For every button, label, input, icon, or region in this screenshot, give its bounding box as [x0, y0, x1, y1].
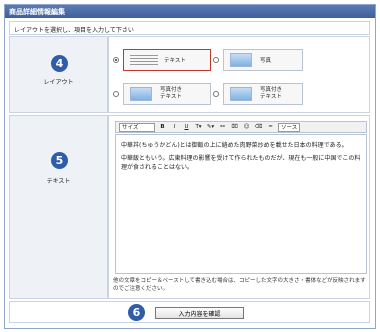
- source-label: ソース: [281, 125, 298, 131]
- step-5-badge: 5: [51, 152, 68, 169]
- layout-option-text[interactable]: テキスト: [113, 49, 211, 71]
- editor-paragraph: 中華丼(ちゅうかどん)とは御飯の上に絡めた肉野菜炒めを載せた日本の料理である。: [121, 142, 348, 149]
- text-lines-icon: [130, 53, 158, 67]
- link-icon[interactable]: ⚯: [218, 123, 227, 132]
- layout-options: テキスト 写真 写真付き テキスト 写真付き テキスト: [108, 36, 370, 113]
- highlight-icon[interactable]: ✎▾: [206, 123, 215, 132]
- editor-paragraph: 中華飯ともいう。広東料理の影響を受けて作られたものだが、現在も一般に中国でこの料…: [121, 155, 361, 171]
- underline-button[interactable]: U: [182, 123, 191, 132]
- source-button[interactable]: ソース: [278, 122, 301, 132]
- editor-toolbar: サイズ B I U T▾ ✎▾ ⚯ ⌧ ☺ ⌫ ═ ソース: [115, 121, 367, 133]
- layout-radio-photo[interactable]: [213, 57, 219, 63]
- photo-thumbnail-icon: [230, 53, 252, 67]
- instruction-text: レイアウトを選択し、項目を入力して下さい: [9, 21, 370, 35]
- layout-radio-photo-text[interactable]: [113, 91, 119, 97]
- font-size-select[interactable]: サイズ: [119, 122, 155, 132]
- text-color-icon[interactable]: T▾: [194, 123, 203, 132]
- layout-card-photo-text-label: 写真付き テキスト: [160, 87, 183, 100]
- smiley-icon[interactable]: ☺: [242, 123, 251, 132]
- layout-card-text-photo[interactable]: 写真付き テキスト: [223, 83, 303, 105]
- text-label: テキスト: [46, 178, 71, 185]
- step-6-badge: 6: [128, 304, 145, 321]
- layout-card-photo[interactable]: 写真: [223, 49, 303, 71]
- photo-thumbnail-icon: [230, 87, 252, 101]
- layout-card-text-label: テキスト: [164, 58, 186, 64]
- footer-row: 6 入力内容を確認: [9, 301, 370, 323]
- layout-option-text-photo[interactable]: 写真付き テキスト: [213, 83, 303, 105]
- layout-radio-text-photo[interactable]: [213, 91, 219, 97]
- layout-label: レイアウト: [43, 79, 74, 86]
- layout-card-photo-text[interactable]: 写真付き テキスト: [123, 83, 211, 105]
- layout-card-text[interactable]: テキスト: [123, 49, 211, 71]
- text-editor[interactable]: 中華丼(ちゅうかどん)とは御飯の上に絡めた肉野菜炒めを載せた日本の料理である。 …: [115, 134, 367, 274]
- photo-thumbnail-icon: [130, 87, 152, 101]
- horizontal-rule-icon[interactable]: ═: [266, 123, 275, 132]
- confirm-button[interactable]: 入力内容を確認: [155, 307, 244, 319]
- unlink-icon[interactable]: ⌧: [230, 123, 239, 132]
- text-section-label: 5 テキスト: [9, 115, 108, 299]
- text-editor-area: サイズ B I U T▾ ✎▾ ⚯ ⌧ ☺ ⌫ ═ ソース 中華丼(ちゅうかどん…: [108, 115, 370, 299]
- panel-title: 商品詳細情報編集: [5, 5, 375, 18]
- bold-button[interactable]: B: [158, 123, 167, 132]
- paste-note: 他の文章をコピー＆ペーストして書き込む場合は、コピーした文字の大きさ・書体などが…: [113, 278, 366, 292]
- layout-option-photo[interactable]: 写真: [213, 49, 303, 71]
- layout-radio-text[interactable]: [113, 57, 119, 63]
- layout-section-label: 4 レイアウト: [9, 36, 108, 113]
- layout-option-photo-text[interactable]: 写真付き テキスト: [113, 83, 211, 105]
- layout-card-photo-label: 写真: [260, 58, 272, 64]
- eraser-icon[interactable]: ⌫: [254, 123, 263, 132]
- italic-button[interactable]: I: [170, 123, 179, 132]
- step-4-badge: 4: [51, 55, 68, 72]
- layout-card-text-photo-label: 写真付き テキスト: [260, 87, 283, 100]
